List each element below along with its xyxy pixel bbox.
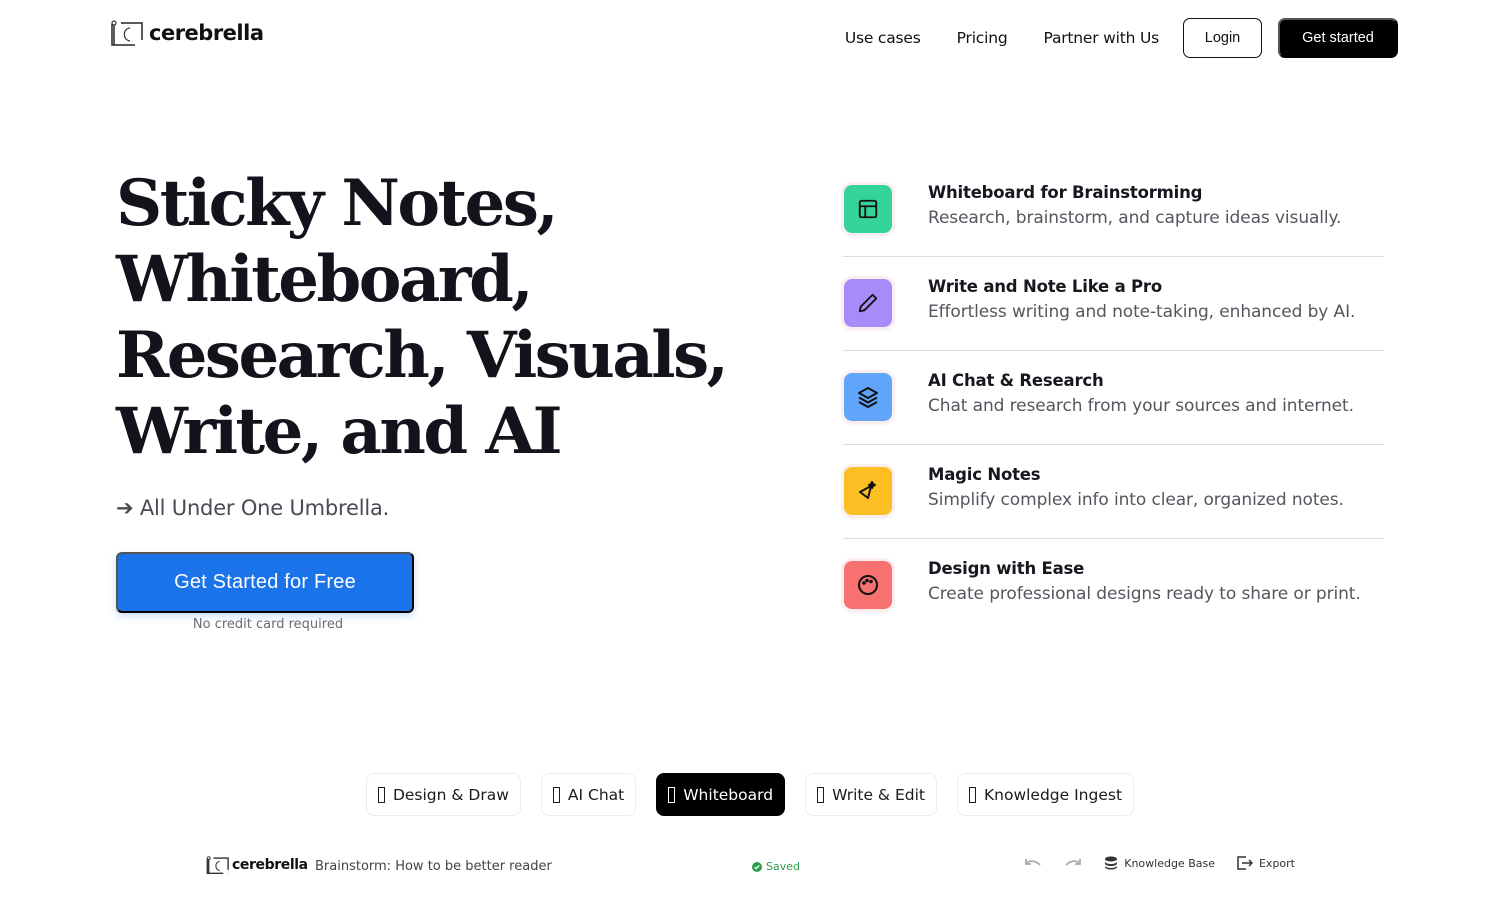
tab-knowledge-ingest[interactable]: Knowledge Ingest [956, 773, 1135, 816]
umbrella-logo-icon [205, 856, 229, 874]
edit-icon [817, 786, 825, 803]
feature-description: Chat and research from your sources and … [928, 396, 1354, 416]
layout-icon [844, 185, 892, 233]
feature-item: Write and Note Like a Pro Effortless wri… [843, 257, 1384, 351]
umbrella-logo-icon [109, 20, 143, 46]
feature-description: Effortless writing and note-taking, enha… [928, 302, 1356, 322]
redo-icon[interactable] [1064, 857, 1082, 869]
tab-label: Whiteboard [683, 785, 774, 804]
tab-label: Write & Edit [832, 785, 925, 804]
brand-logo[interactable]: cerebrella [109, 20, 264, 46]
layers-icon [844, 373, 892, 421]
knowledge-base-label: Knowledge Base [1124, 856, 1215, 870]
feature-item: Whiteboard for Brainstorming Research, b… [843, 163, 1384, 257]
check-circle-icon [752, 861, 762, 872]
feature-description: Research, brainstorm, and capture ideas … [928, 208, 1342, 228]
preview-brand-name: cerebrella [232, 857, 308, 873]
feature-title: Magic Notes [928, 465, 1041, 484]
feature-description: Simplify complex info into clear, organi… [928, 490, 1344, 510]
feature-item: AI Chat & Research Chat and research fro… [843, 351, 1384, 445]
export-label: Export [1258, 856, 1295, 870]
feature-title: Design with Ease [928, 559, 1085, 578]
brand-name: cerebrella [149, 21, 264, 45]
preview-brand-logo: cerebrella [205, 856, 308, 874]
hero-title-line: Whiteboard, [116, 242, 534, 317]
hero-title: Sticky Notes, Whiteboard, Research, Visu… [116, 166, 756, 470]
login-button[interactable]: Login [1183, 18, 1262, 58]
nav-pricing[interactable]: Pricing [957, 29, 1008, 47]
preview-actions: Knowledge Base Export [1024, 856, 1295, 870]
product-tabs: Design & Draw AI Chat Whiteboard Write &… [0, 773, 1500, 816]
document-title[interactable]: Brainstorm: How to be better reader [315, 859, 552, 874]
feature-description: Create professional designs ready to sha… [928, 584, 1361, 604]
hero-title-line: Sticky Notes, [116, 166, 559, 241]
brush-icon [377, 786, 385, 803]
tab-label: Design & Draw [392, 785, 509, 804]
tab-write-edit[interactable]: Write & Edit [805, 773, 937, 816]
whiteboard-icon [668, 786, 676, 803]
get-started-free-button[interactable]: Get Started for Free [116, 552, 414, 613]
feature-item: Design with Ease Create professional des… [843, 539, 1384, 633]
feature-list: Whiteboard for Brainstorming Research, b… [843, 163, 1384, 633]
feature-title: Whiteboard for Brainstorming [928, 183, 1203, 202]
magic-wand-icon [844, 467, 892, 515]
app-preview-toolbar: cerebrella Brainstorm: How to be better … [205, 850, 1295, 886]
top-nav: cerebrella Use cases Pricing Partner wit… [0, 0, 1500, 76]
export-button[interactable]: Export [1237, 856, 1295, 870]
export-icon [1237, 856, 1253, 870]
no-credit-card-note: No credit card required [192, 617, 344, 632]
save-status-label: Saved [766, 860, 800, 873]
hero-tagline: ➔ All Under One Umbrella. [116, 496, 390, 520]
nav-links: Use cases Pricing Partner with Us Login … [845, 18, 1398, 58]
tab-design-draw[interactable]: Design & Draw [365, 773, 521, 816]
feature-title: Write and Note Like a Pro [928, 277, 1163, 296]
tab-ai-chat[interactable]: AI Chat [540, 773, 637, 816]
feature-item: Magic Notes Simplify complex info into c… [843, 445, 1384, 539]
palette-icon [844, 561, 892, 609]
nav-use-cases[interactable]: Use cases [845, 29, 921, 47]
hero-title-line: Write, and AI [116, 394, 563, 469]
ingest-icon [968, 786, 976, 803]
tab-whiteboard[interactable]: Whiteboard [656, 773, 786, 816]
undo-icon[interactable] [1024, 857, 1042, 869]
database-icon [1105, 856, 1118, 870]
nav-partner[interactable]: Partner with Us [1044, 29, 1160, 47]
pencil-icon [844, 279, 892, 327]
feature-title: AI Chat & Research [928, 371, 1104, 390]
save-status: Saved [752, 860, 800, 873]
knowledge-base-button[interactable]: Knowledge Base [1104, 856, 1215, 870]
chat-icon [552, 786, 560, 803]
tab-label: AI Chat [567, 785, 625, 804]
hero-title-line: Research, Visuals, [116, 318, 729, 393]
tab-label: Knowledge Ingest [983, 785, 1123, 804]
get-started-button[interactable]: Get started [1278, 18, 1398, 58]
